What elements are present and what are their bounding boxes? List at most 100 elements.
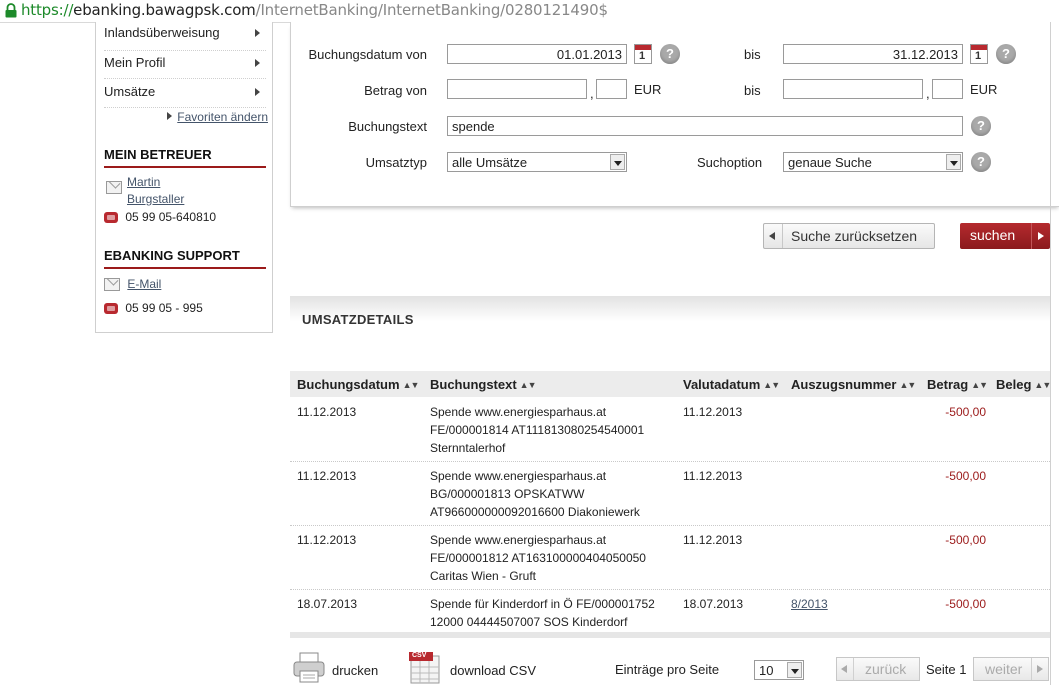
amount-from-euro-input[interactable] [447,79,587,99]
search-option-select[interactable]: genaue Suche [783,152,963,172]
value-date-cell: 18.07.2013 [683,597,744,611]
previous-page-button[interactable]: zurück [836,657,920,681]
column-header-receipt[interactable]: Beleg ▲▼ [996,377,1051,392]
booking-date-cell: 18.07.2013 [297,597,358,611]
arrow-left-icon [837,658,854,680]
date-from-input[interactable] [447,44,627,64]
column-header-booking-text[interactable]: Buchungstext ▲▼ [430,377,536,392]
csv-badge: CSV [412,652,427,659]
amount-to-cent-input[interactable] [932,79,963,99]
booking-text-line: BG/000001813 OPSKATWW [430,487,585,501]
booking-text-line: FE/000001814 AT111813080254540001 [430,423,645,437]
transaction-type-select[interactable]: alle Umsätze [447,152,627,172]
sort-icon: ▲▼ [971,380,988,390]
content-right-border [1050,22,1051,685]
table-row: 11.12.2013 Spende www.energiesparhaus.at… [290,397,1050,462]
support-email-link[interactable]: E-Mail [127,277,161,291]
csv-icon[interactable]: CSV [408,652,442,684]
date-to-input[interactable] [783,44,963,64]
sidebar-item-label: Umsätze [104,84,156,99]
column-header-label: Auszugsnummer [791,377,897,392]
table-header: Buchungsdatum ▲▼ Buchungstext ▲▼ Valutadat… [290,371,1051,397]
reset-search-label: Suche zurücksetzen [791,228,918,244]
amount-to-euro-input[interactable] [783,79,923,99]
currency-label: EUR [970,82,998,97]
url-text[interactable]: https://ebanking.bawagpsk.com/InternetBa… [21,1,608,19]
help-icon[interactable]: ? [971,152,991,172]
help-icon[interactable]: ? [971,116,991,136]
next-page-button[interactable]: weiter [973,657,1049,681]
reset-search-button[interactable]: Suche zurücksetzen [763,223,935,249]
search-button-label: suchen [970,227,1016,243]
search-option-value: genaue Suche [788,155,872,170]
triangle-right-icon [167,112,173,120]
statement-number-link[interactable]: 8/2013 [791,595,828,613]
sidebar-item-umsaetze[interactable]: Umsätze [104,79,266,108]
browser-url-bar[interactable]: https://ebanking.bawagpsk.com/InternetBa… [0,0,1059,23]
url-path: /InternetBanking/InternetBanking/0280121… [255,1,608,19]
sidebar-item-inlandsueberweisung[interactable]: Inlandsüberweisung [104,22,266,51]
advisor-name-link-2[interactable]: Burgstaller [127,192,184,206]
amount-from-label: Betrag von [364,83,427,98]
help-icon[interactable]: ? [996,44,1016,64]
column-header-label: Valutadatum [683,377,761,392]
page-indicator: Seite 1 [926,662,967,677]
url-host: ebanking.bawagpsk.com [73,1,256,19]
search-panel: Buchungsdatum von 1 ? bis 1 ? Betrag von… [290,22,1059,207]
booking-text-line: Sternntalerhof [430,441,506,455]
booking-text-cell: Spende für Kinderdorf in Ö FE/000001752 … [430,595,655,631]
sort-icon: ▲▼ [763,380,780,390]
arrow-right-icon [1031,223,1050,249]
booking-text-input[interactable] [447,116,963,136]
mail-icon [106,181,122,194]
booking-date-cell: 11.12.2013 [297,405,357,419]
sidebar-item-label: Mein Profil [104,55,166,70]
value-date-cell: 11.12.2013 [683,469,743,483]
help-icon[interactable]: ? [660,44,680,64]
sort-icon: ▲▼ [519,380,537,390]
advisor-name-link[interactable]: Martin [127,175,160,189]
sidebar-item-label: Inlandsüberweisung [104,25,220,40]
value-date-cell: 11.12.2013 [683,533,743,547]
sort-icon: ▲▼ [402,380,420,390]
column-header-statement-number[interactable]: Auszugsnummer ▲▼ [791,377,916,392]
amount-from-cent-input[interactable] [596,79,627,99]
entries-per-page-select[interactable]: 10 [754,660,804,680]
amount-to-label: bis [744,83,761,98]
booking-text-cell: Spende www.energiesparhaus.at FE/0000018… [430,531,646,585]
column-header-value-date[interactable]: Valutadatum ▲▼ [683,377,780,392]
calendar-icon[interactable]: 1 [970,44,988,64]
table-row: 11.12.2013 Spende www.energiesparhaus.at… [290,461,1050,526]
transaction-type-label: Umsatztyp [365,155,427,170]
lock-icon [5,3,17,18]
print-link[interactable]: drucken [332,663,378,678]
booking-text-cell: Spende www.energiesparhaus.at FE/0000018… [430,403,644,457]
next-page-label: weiter [985,661,1023,677]
amount-cell: -500,00 [945,533,986,547]
support-email-row: E-Mail [104,277,161,292]
currency-label: EUR [634,82,662,97]
booking-text-line: Spende www.energiesparhaus.at [430,469,607,483]
column-header-amount[interactable]: Betrag ▲▼ [927,377,988,392]
column-header-label: Betrag [927,377,969,392]
amount-cell: -500,00 [945,469,986,483]
printer-icon[interactable] [292,651,326,683]
download-csv-link[interactable]: download CSV [450,663,536,678]
amount-cell: -500,00 [945,597,986,611]
chevron-right-icon [255,59,260,67]
favorites-link-label: Favoriten ändern [177,110,268,124]
chevron-right-icon [255,88,260,96]
calendar-icon[interactable]: 1 [634,44,652,64]
favorites-link[interactable]: Favoriten ändern [167,110,268,124]
entries-per-page-label: Einträge pro Seite [615,662,720,677]
date-from-label: Buchungsdatum von [308,47,427,62]
table-row: 11.12.2013 Spende www.energiesparhaus.at… [290,525,1050,590]
advisor-phone-row: 05 99 05-640810 [104,210,216,224]
calendar-glyph: 1 [639,50,646,62]
search-button[interactable]: suchen [960,223,1050,249]
sidebar-item-mein-profil[interactable]: Mein Profil [104,50,266,79]
column-header-booking-date[interactable]: Buchungsdatum ▲▼ [297,377,420,392]
previous-page-label: zurück [865,661,907,677]
column-header-label: Buchungsdatum [297,377,400,392]
phone-icon [104,303,118,315]
